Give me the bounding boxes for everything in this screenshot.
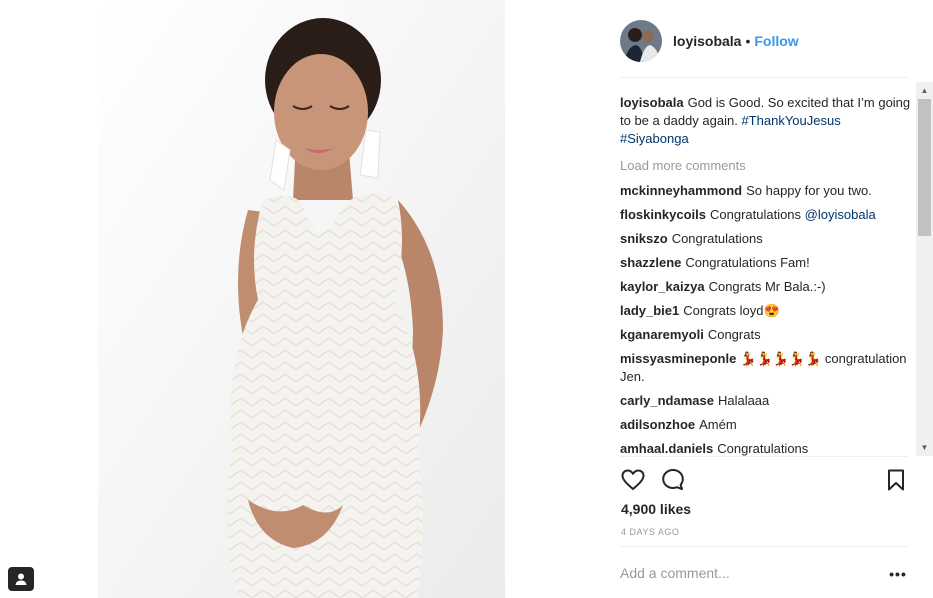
more-options-icon[interactable]: ••• <box>888 566 908 582</box>
post-photo-pane[interactable] <box>0 0 603 598</box>
comment-text: Congratulations <box>709 207 802 222</box>
comment-text: Amém <box>699 417 737 432</box>
comment-text: Congrats Mr Bala.:-) <box>708 279 826 294</box>
comment-username[interactable]: adilsonzhoe <box>620 417 695 432</box>
user-tag-icon <box>15 573 27 585</box>
load-more-comments-button[interactable]: Load more comments <box>620 157 912 175</box>
comment-username[interactable]: mckinneyhammond <box>620 183 742 198</box>
comment-username[interactable]: missyasmineponle <box>620 351 736 366</box>
avatar-image <box>620 20 662 62</box>
comment-text: Congrats loyd😍 <box>683 303 780 318</box>
post-details-panel: loyisobala • Follow loyisobala God is Goo… <box>606 0 933 598</box>
follow-button[interactable]: Follow <box>754 33 798 49</box>
author-avatar[interactable] <box>620 20 662 62</box>
heart-icon <box>621 469 645 490</box>
post-actions: 4,900 likes 4 DAYS AGO <box>620 456 908 546</box>
comment-username[interactable]: carly_ndamase <box>620 393 714 408</box>
like-button[interactable] <box>620 467 646 493</box>
user-tag-button[interactable] <box>8 567 34 591</box>
comment-username[interactable]: kaylor_kaizya <box>620 279 705 294</box>
comment-username[interactable]: shazzlene <box>620 255 681 270</box>
author-username[interactable]: loyisobala <box>673 33 741 49</box>
list-item: mckinneyhammond So happy for you two. <box>620 182 912 200</box>
comment-text: Congratulations <box>671 231 763 246</box>
comment-username[interactable]: amhaal.daniels <box>620 441 713 456</box>
list-item: lady_bie1 Congrats loyd😍 <box>620 302 912 320</box>
comment-username[interactable]: kganaremyoli <box>620 327 704 342</box>
comment-username[interactable]: lady_bie1 <box>620 303 679 318</box>
mention-link[interactable]: @loyisobala <box>805 207 876 222</box>
post-header: loyisobala • Follow <box>620 20 908 78</box>
scroll-up-arrow-icon[interactable]: ▲ <box>916 82 933 99</box>
list-item: adilsonzhoe Amém <box>620 416 912 434</box>
post-caption: loyisobala God is Good. So excited that I… <box>620 94 912 148</box>
comment-text: So happy for you two. <box>746 183 872 198</box>
scrollbar-thumb[interactable] <box>918 99 931 236</box>
header-text: loyisobala • Follow <box>673 33 799 49</box>
list-item: carly_ndamase Halalaaa <box>620 392 912 410</box>
comment-text: Congratulations <box>717 441 809 456</box>
comments-scrollbar[interactable]: ▲ ▼ <box>916 82 933 456</box>
post-timestamp[interactable]: 4 DAYS AGO <box>621 527 679 537</box>
list-item: shazzlene Congratulations Fam! <box>620 254 912 272</box>
scroll-down-arrow-icon[interactable]: ▼ <box>916 439 933 456</box>
comment-button[interactable] <box>660 467 686 493</box>
likes-count[interactable]: 4,900 likes <box>621 501 691 517</box>
hashtag-link[interactable]: #Siyabonga <box>620 131 689 146</box>
add-comment-section: ••• <box>620 546 908 598</box>
list-item: kganaremyoli Congrats <box>620 326 912 344</box>
list-item: missyasmineponle 💃💃💃💃💃 congratulation Jen… <box>620 350 912 386</box>
post-photo[interactable] <box>98 0 505 598</box>
comment-bubble-icon <box>662 469 684 490</box>
caption-username[interactable]: loyisobala <box>620 95 684 110</box>
action-icon-row <box>620 467 908 493</box>
bookmark-icon <box>888 469 904 491</box>
pregnant-woman-illustration <box>98 0 505 598</box>
comment-text: Halalaaa <box>717 393 770 408</box>
list-item: snikszo Congratulations <box>620 230 912 248</box>
list-item: kaylor_kaizya Congrats Mr Bala.:-) <box>620 278 912 296</box>
comment-username[interactable]: floskinkycoils <box>620 207 706 222</box>
comments-list: loyisobala God is Good. So excited that I… <box>620 94 912 456</box>
add-comment-input[interactable] <box>620 565 860 581</box>
list-item: floskinkycoils Congratulations @loyisobal… <box>620 206 912 224</box>
save-button[interactable] <box>883 467 909 493</box>
separator-dot: • <box>745 33 751 49</box>
list-item: amhaal.daniels Congratulations <box>620 440 912 456</box>
comment-username[interactable]: snikszo <box>620 231 668 246</box>
hashtag-link[interactable]: #ThankYouJesus <box>741 113 840 128</box>
comment-text: Congrats <box>707 327 761 342</box>
comment-text: Congratulations Fam! <box>685 255 810 270</box>
